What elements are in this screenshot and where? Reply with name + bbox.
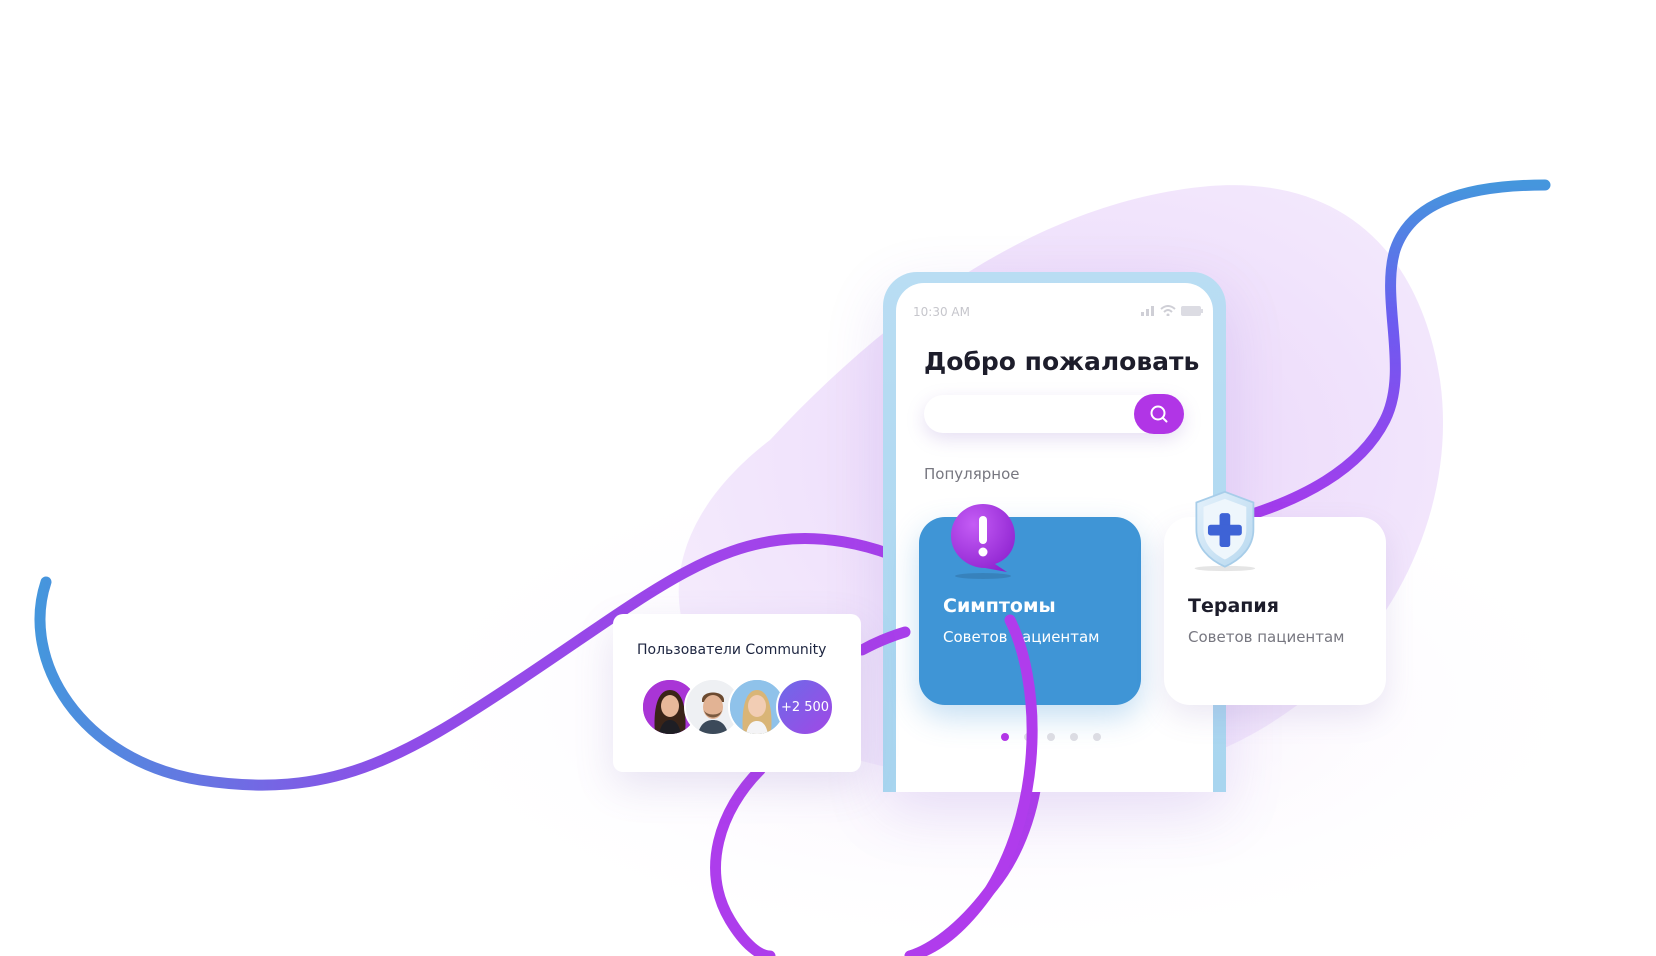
community-title: Пользователи Community xyxy=(637,642,827,658)
decor-curve-front xyxy=(856,614,1038,956)
avatar-group: +2 500 xyxy=(641,678,834,736)
extra-users-badge[interactable]: +2 500 xyxy=(776,678,834,736)
community-card: Пользователи Community +2 500 xyxy=(613,614,861,772)
hero-illustration: 10:30 AM Добро пожаловать Популярное Сим… xyxy=(0,0,1656,956)
